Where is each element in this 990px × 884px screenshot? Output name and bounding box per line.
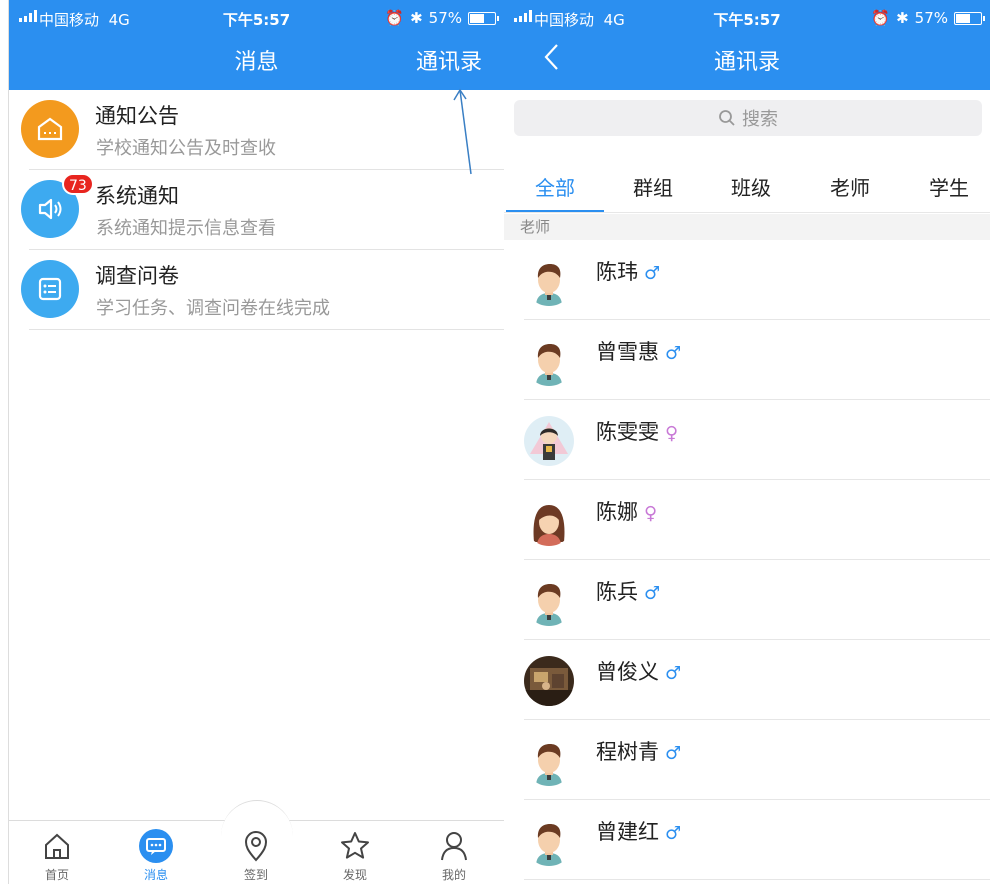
contact-name: 陈雯雯 (596, 420, 659, 444)
house-icon (21, 100, 79, 158)
list-item-survey[interactable]: 调查问卷 学习任务、调查问卷在线完成 (9, 250, 504, 330)
tab-discover[interactable]: 发现 (315, 826, 395, 883)
person-icon (414, 826, 494, 866)
annotation-arrow-icon (453, 88, 472, 175)
messages-screen: 中国移动 4G 下午5:57 ⏰ ✱ 57% 消息 通讯录 通知公告 学校通知公… (8, 0, 504, 884)
contact-row[interactable]: 陈雯雯 ♀ (504, 400, 990, 480)
contact-row[interactable]: 曾俊义 ♂ (504, 640, 990, 720)
contact-row[interactable]: 陈兵 ♂ (504, 560, 990, 640)
contact-name: 陈娜 (596, 500, 638, 524)
female-icon: ♀ (644, 503, 658, 524)
avatar (524, 736, 574, 786)
search-icon (719, 110, 735, 126)
male-icon: ♂ (665, 343, 682, 364)
list-item-system[interactable]: 73 系统通知 系统通知提示信息查看 (9, 170, 504, 250)
nav-bar: 中国移动 4G 下午5:57 ⏰ ✱ 57% 通讯录 (504, 0, 990, 90)
divider (29, 329, 504, 330)
list-item-notice[interactable]: 通知公告 学校通知公告及时查收 (9, 90, 504, 170)
item-subtitle: 系统通知提示信息查看 (96, 218, 276, 239)
avatar (524, 416, 574, 466)
avatar (524, 576, 574, 626)
tab-messages[interactable]: 消息 (116, 826, 196, 883)
contact-row[interactable]: 陈娜 ♀ (504, 480, 990, 560)
contact-name: 曾建红 (596, 820, 659, 844)
tab-label: 消息 (143, 868, 168, 882)
tab-home[interactable]: 首页 (17, 826, 97, 883)
avatar (524, 496, 574, 546)
contact-name: 陈兵 (596, 580, 638, 604)
contact-name: 曾雪惠 (596, 340, 659, 364)
contact-row[interactable]: 曾雪惠 ♂ (504, 320, 990, 400)
contact-row[interactable]: 程树青 ♂ (504, 720, 990, 800)
item-subtitle: 学校通知公告及时查收 (96, 138, 276, 159)
contacts-link[interactable]: 通讯录 (416, 44, 482, 76)
unread-badge: 73 (62, 173, 94, 195)
star-icon (315, 826, 395, 866)
male-icon: ♂ (644, 583, 661, 604)
contact-name: 曾俊义 (596, 660, 659, 684)
battery-percent: 57% (914, 9, 948, 27)
tab-classes[interactable]: 班级 (702, 164, 800, 212)
bluetooth-icon: ✱ (410, 9, 423, 27)
item-title: 通知公告 (95, 104, 179, 128)
avatar (524, 656, 574, 706)
item-title: 系统通知 (95, 184, 179, 208)
tab-label: 发现 (342, 868, 367, 882)
avatar (524, 816, 574, 866)
tab-checkin[interactable]: 签到 (216, 826, 296, 883)
divider (524, 879, 990, 880)
segment-tabs: 全部 群组 班级 老师 学生 (504, 164, 990, 213)
search-input[interactable]: 搜索 (514, 100, 982, 136)
battery-icon (468, 11, 499, 25)
tab-teachers[interactable]: 老师 (801, 164, 899, 212)
page-title: 通讯录 (713, 50, 780, 75)
male-icon: ♂ (665, 743, 682, 764)
tab-label: 首页 (44, 868, 69, 882)
item-title: 调查问卷 (95, 264, 179, 288)
checklist-icon (21, 260, 79, 318)
tab-students[interactable]: 学生 (900, 164, 990, 212)
section-header: 老师 (504, 214, 990, 240)
male-icon: ♂ (665, 663, 682, 684)
avatar (524, 256, 574, 306)
alarm-icon: ⏰ (871, 9, 891, 27)
tab-groups[interactable]: 群组 (604, 164, 702, 212)
home-icon (17, 826, 97, 866)
battery-percent: 57% (428, 9, 462, 27)
bluetooth-icon: ✱ (896, 9, 909, 27)
tab-label: 我的 (441, 868, 466, 882)
alarm-icon: ⏰ (385, 9, 405, 27)
contact-row[interactable]: 曾建红 ♂ (504, 800, 990, 880)
contacts-screen: 中国移动 4G 下午5:57 ⏰ ✱ 57% 通讯录 搜索 全部 群组 班级 老… (504, 0, 990, 884)
nav-bar: 中国移动 4G 下午5:57 ⏰ ✱ 57% 消息 通讯录 (9, 0, 504, 90)
avatar (524, 336, 574, 386)
location-pin-icon (216, 826, 296, 866)
item-subtitle: 学习任务、调查问卷在线完成 (96, 298, 330, 319)
battery-icon (954, 11, 985, 25)
tab-me[interactable]: 我的 (414, 826, 494, 883)
chat-icon (116, 826, 196, 866)
female-icon: ♀ (665, 423, 679, 444)
status-bar: 中国移动 4G 下午5:57 ⏰ ✱ 57% (504, 0, 990, 38)
male-icon: ♂ (644, 263, 661, 284)
tab-label: 签到 (243, 868, 268, 882)
status-bar: 中国移动 4G 下午5:57 ⏰ ✱ 57% (9, 0, 504, 38)
contact-name: 陈玮 (596, 260, 638, 284)
contact-row[interactable]: 陈玮 ♂ (504, 240, 990, 320)
tab-all[interactable]: 全部 (506, 164, 604, 212)
male-icon: ♂ (665, 823, 682, 844)
search-placeholder: 搜索 (742, 109, 778, 130)
contact-name: 程树青 (596, 740, 659, 764)
